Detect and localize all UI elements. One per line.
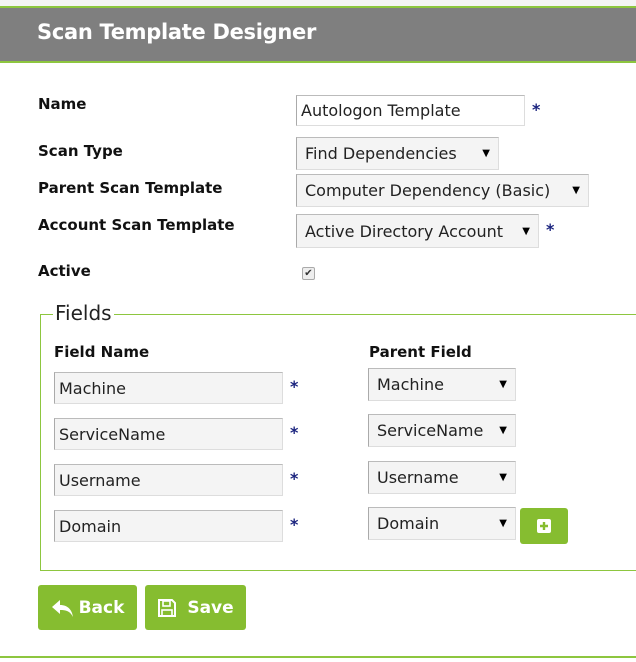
field-name-input[interactable]: ServiceName [54,418,283,450]
name-input[interactable]: Autologon Template [296,95,525,126]
parent-field-select[interactable]: Domain ▼ [368,506,516,540]
required-mark: * [290,377,299,396]
scan-type-value: Find Dependencies [305,144,457,163]
page-header: Scan Template Designer [0,6,636,63]
required-mark: * [290,469,299,488]
account-template-label: Account Scan Template [38,216,235,234]
parent-field-value: Username [377,467,459,487]
fields-legend: Fields [53,301,114,325]
parent-field-value: ServiceName [377,421,484,441]
bottom-divider [0,656,636,658]
name-value: Autologon Template [301,101,461,120]
field-name-input[interactable]: Username [54,464,283,496]
required-mark: * [290,515,299,534]
required-mark: * [546,220,555,239]
field-name-input[interactable]: Domain [54,510,283,542]
active-checkbox[interactable]: ✔ [302,267,315,280]
account-template-value: Active Directory Account [305,221,504,241]
active-label: Active [38,262,91,280]
parent-template-select[interactable]: Computer Dependency (Basic) ▼ [296,174,589,207]
field-name-value: Username [59,470,141,490]
name-label: Name [38,95,87,113]
caret-down-icon: ▼ [499,425,507,437]
caret-down-icon: ▼ [499,471,507,483]
caret-down-icon: ▼ [499,517,507,529]
field-name-value: ServiceName [59,424,166,444]
field-name-value: Domain [59,516,122,536]
floppy-disk-icon [158,598,177,617]
required-mark: * [290,423,299,442]
required-mark: * [532,100,541,119]
field-name-input[interactable]: Machine [54,372,283,404]
plus-square-icon [537,519,551,533]
parent-field-select[interactable]: Username ▼ [368,460,516,494]
field-name-value: Machine [59,378,126,398]
parent-field-header: Parent Field [369,343,472,361]
parent-field-value: Domain [377,513,440,533]
scan-type-label: Scan Type [38,142,123,160]
page-title: Scan Template Designer [37,20,317,44]
parent-field-select[interactable]: ServiceName ▼ [368,414,516,448]
field-name-header: Field Name [54,343,150,361]
save-button[interactable]: Save [145,585,246,630]
caret-down-icon: ▼ [499,379,507,390]
account-template-select[interactable]: Active Directory Account ▼ [296,214,539,248]
add-field-button[interactable] [520,508,568,544]
caret-down-icon: ▼ [482,148,490,159]
scan-type-select[interactable]: Find Dependencies ▼ [296,137,499,170]
parent-field-select[interactable]: Machine ▼ [368,368,516,401]
caret-down-icon: ▼ [572,185,580,196]
parent-template-value: Computer Dependency (Basic) [305,181,551,200]
parent-field-value: Machine [377,375,444,394]
reply-arrow-icon [51,599,73,617]
back-label: Back [78,597,125,618]
parent-template-label: Parent Scan Template [38,179,223,197]
back-button[interactable]: Back [38,585,137,630]
caret-down-icon: ▼ [522,225,530,237]
save-label: Save [187,597,234,618]
